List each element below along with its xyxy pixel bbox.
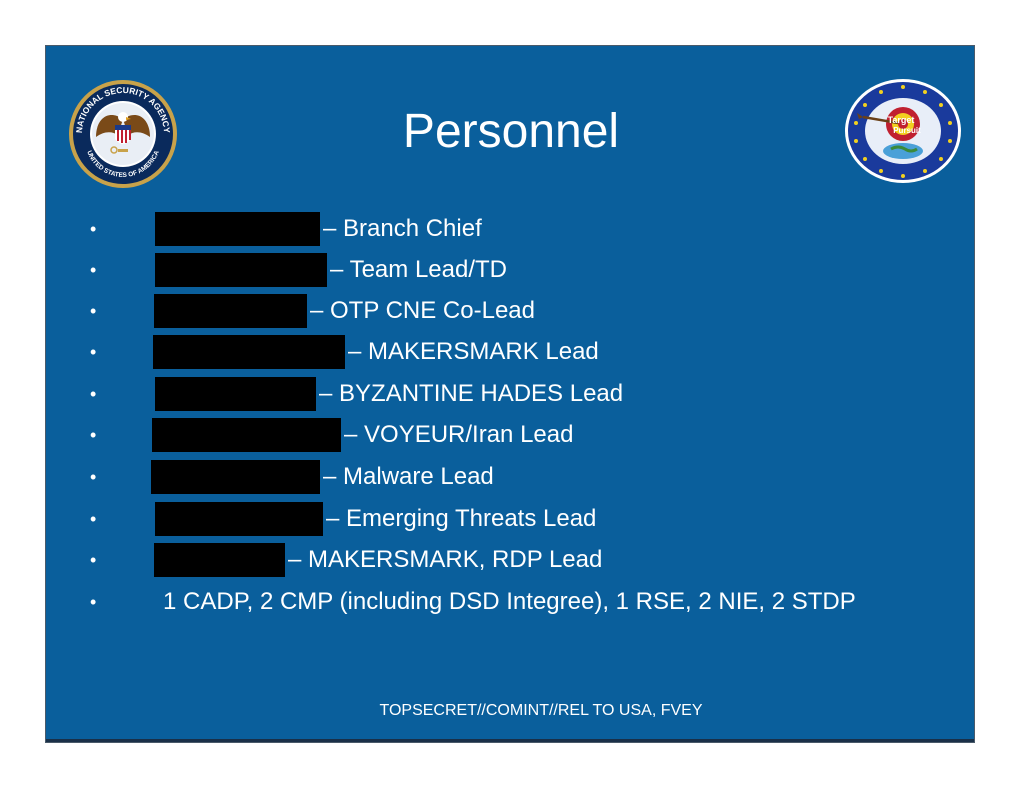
role-text: – Team Lead/TD (330, 256, 507, 283)
bullet-dot: • (90, 260, 97, 280)
footer-strip (46, 739, 974, 742)
redaction-bar (155, 212, 320, 246)
slide: NATIONAL SECURITY AGENCY UNITED STATES O… (45, 45, 975, 743)
bullet-dot: • (90, 509, 97, 529)
redaction-bar (155, 502, 323, 536)
role-text: – Branch Chief (323, 215, 482, 242)
personnel-list: • – Branch Chief • – Team Lead/TD • – OT… (46, 46, 974, 742)
redaction-bar (155, 253, 327, 287)
bullet-dot: • (90, 592, 97, 612)
redaction-bar (154, 294, 307, 328)
role-text: – BYZANTINE HADES Lead (319, 380, 624, 407)
bullet-item: • 1 CADP, 2 CMP (including DSD Integree)… (46, 585, 946, 619)
role-text: – Emerging Threats Lead (326, 505, 597, 532)
bullet-dot: • (90, 342, 97, 362)
redaction-bar (155, 377, 316, 411)
classification-marking: TOPSECRET//COMINT//REL TO USA, FVEY (379, 702, 703, 719)
bullet-item: • – MAKERSMARK, RDP Lead (46, 543, 946, 577)
bullet-item: • – BYZANTINE HADES Lead (46, 377, 946, 411)
role-text: – OTP CNE Co-Lead (310, 297, 535, 324)
bullet-item: • – Malware Lead (46, 460, 946, 494)
redaction-bar (154, 543, 285, 577)
role-text: – Malware Lead (323, 463, 494, 490)
bullet-item: • – VOYEUR/Iran Lead (46, 418, 946, 452)
role-text: 1 CADP, 2 CMP (including DSD Integree), … (163, 588, 856, 615)
bullet-dot: • (90, 219, 97, 239)
role-text: – MAKERSMARK Lead (348, 338, 599, 365)
bullet-item: • – MAKERSMARK Lead (46, 335, 946, 369)
bullet-item: • – Team Lead/TD (46, 253, 946, 287)
bullet-dot: • (90, 467, 97, 487)
bullet-dot: • (90, 301, 97, 321)
bullet-dot: • (90, 384, 97, 404)
bullet-item: • – Branch Chief (46, 212, 946, 246)
redaction-bar (153, 335, 345, 369)
bullet-item: • – Emerging Threats Lead (46, 502, 946, 536)
role-text: – MAKERSMARK, RDP Lead (288, 546, 603, 573)
role-text: – VOYEUR/Iran Lead (344, 421, 574, 448)
bullet-dot: • (90, 425, 97, 445)
redaction-bar (151, 460, 320, 494)
bullet-item: • – OTP CNE Co-Lead (46, 294, 946, 328)
bullet-dot: • (90, 550, 97, 570)
redaction-bar (152, 418, 341, 452)
